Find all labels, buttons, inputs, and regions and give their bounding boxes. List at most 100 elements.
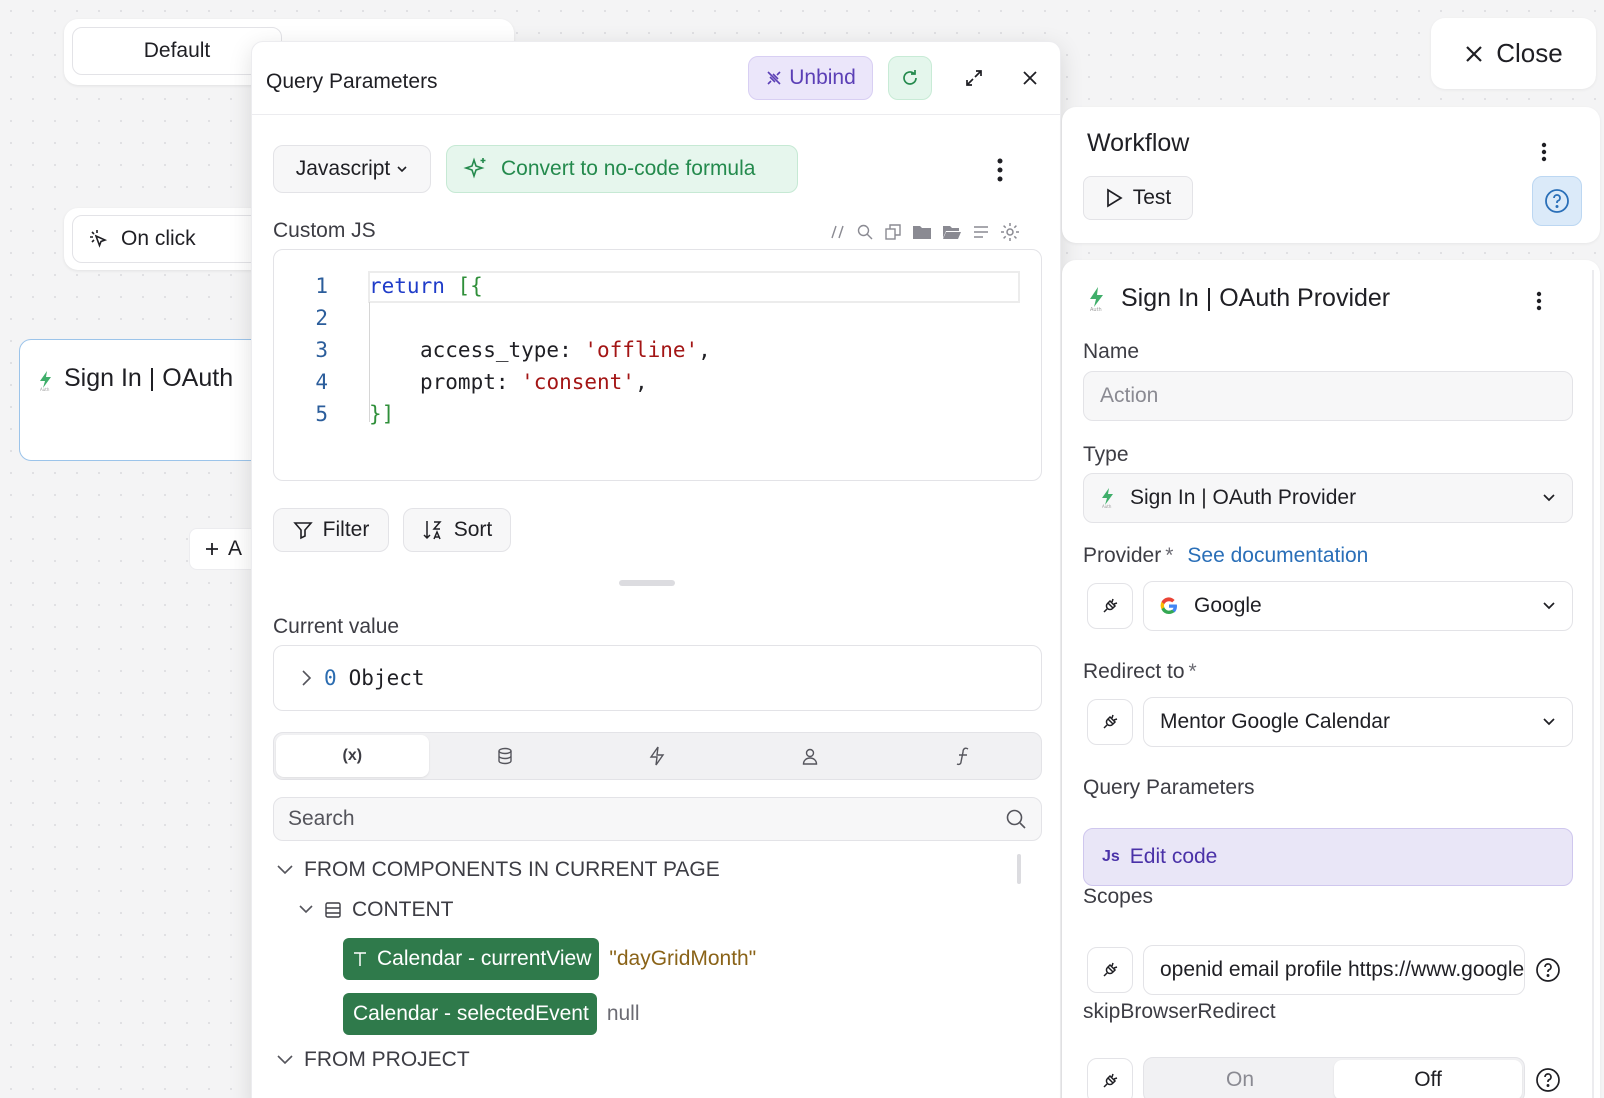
chevron-down-icon bbox=[276, 1054, 294, 1066]
more-vertical-icon bbox=[1541, 142, 1547, 162]
code-keyword: return bbox=[369, 274, 445, 298]
auth-bolt-icon: Auth bbox=[38, 370, 54, 392]
auth-bolt-icon: Auth bbox=[1087, 286, 1107, 312]
tab-workflows[interactable] bbox=[581, 735, 734, 777]
comment-icon[interactable] bbox=[830, 223, 846, 241]
tab-formulas[interactable] bbox=[886, 735, 1039, 777]
code-editor[interactable]: 1 2 3 4 5 return [{ access_type: 'offlin… bbox=[273, 249, 1042, 481]
edit-code-button[interactable]: Js Edit code bbox=[1083, 828, 1573, 886]
function-icon bbox=[956, 746, 970, 766]
variable-chip[interactable]: Calendar - selectedEvent bbox=[343, 993, 597, 1035]
close-button[interactable]: Close bbox=[1431, 18, 1596, 89]
bind-skip-button[interactable] bbox=[1087, 1058, 1133, 1098]
skip-browser-redirect-label: skipBrowserRedirect bbox=[1083, 1000, 1276, 1023]
folder-open-icon[interactable] bbox=[942, 223, 962, 241]
resize-handle[interactable] bbox=[619, 580, 675, 586]
bind-redirect-button[interactable] bbox=[1087, 699, 1133, 745]
see-documentation-link[interactable]: See documentation bbox=[1187, 544, 1368, 567]
tree-group-components[interactable]: FROM COMPONENTS IN CURRENT PAGE bbox=[276, 858, 720, 882]
code-string: 'offline' bbox=[584, 338, 699, 362]
svg-text:Auth: Auth bbox=[1102, 504, 1112, 509]
required-mark: * bbox=[1188, 660, 1197, 683]
editor-toolbar bbox=[830, 222, 1020, 242]
name-input[interactable]: Action bbox=[1083, 371, 1573, 421]
sparkles-icon bbox=[463, 156, 489, 182]
section-icon bbox=[324, 901, 342, 919]
search-icon[interactable] bbox=[856, 223, 874, 241]
provider-value-wrap: Google bbox=[1160, 594, 1262, 618]
query-parameters-modal: Query Parameters Unbind Javascript Conve… bbox=[251, 41, 1061, 1098]
line-number: 1 bbox=[315, 274, 328, 298]
code-key: access_type: bbox=[420, 338, 585, 362]
toggle-off-label: Off bbox=[1414, 1068, 1442, 1091]
code-string: 'consent' bbox=[521, 370, 635, 394]
bind-provider-button[interactable] bbox=[1087, 583, 1133, 629]
tree-group-content[interactable]: CONTENT bbox=[298, 898, 454, 922]
variable-chip[interactable]: Calendar - currentView bbox=[343, 938, 600, 980]
refresh-button[interactable] bbox=[888, 56, 932, 100]
type-value-wrap: Auth Sign In | OAuth Provider bbox=[1100, 486, 1356, 510]
variable-value: "dayGridMonth" bbox=[609, 947, 757, 970]
required-mark: * bbox=[1165, 544, 1174, 567]
tree-scrollbar[interactable] bbox=[1017, 854, 1021, 884]
redirect-select[interactable]: Mentor Google Calendar bbox=[1143, 697, 1573, 747]
toggle-on[interactable]: On bbox=[1146, 1060, 1334, 1098]
trigger-on-click[interactable]: On click bbox=[72, 215, 272, 263]
tab-data[interactable] bbox=[429, 735, 582, 777]
settings-icon[interactable] bbox=[1000, 222, 1020, 242]
chevron-right-icon[interactable] bbox=[300, 669, 312, 687]
convert-to-no-code-button[interactable]: Convert to no-code formula bbox=[446, 145, 798, 193]
plug-icon bbox=[1101, 1072, 1119, 1090]
language-select[interactable]: Javascript bbox=[273, 145, 431, 193]
name-placeholder: Action bbox=[1100, 384, 1159, 407]
line-number: 2 bbox=[315, 306, 328, 330]
scopes-input[interactable]: openid email profile https://www.googlea… bbox=[1143, 945, 1525, 995]
current-value-viewer[interactable]: 0 Object bbox=[273, 645, 1042, 711]
trigger-label: On click bbox=[121, 227, 196, 250]
plug-icon bbox=[1101, 713, 1119, 731]
format-icon[interactable] bbox=[972, 223, 990, 241]
folder-icon[interactable] bbox=[912, 223, 932, 241]
close-icon bbox=[1464, 44, 1484, 64]
tab-variables[interactable]: (x) bbox=[276, 735, 429, 777]
current-value-type: Object bbox=[348, 666, 425, 690]
current-value-index: 0 bbox=[324, 666, 337, 690]
filter-label: Filter bbox=[322, 518, 370, 541]
code-line: access_type: 'offline', bbox=[420, 338, 711, 362]
help-button[interactable] bbox=[1532, 176, 1582, 226]
filter-button[interactable]: Filter bbox=[273, 508, 389, 552]
close-modal-button[interactable] bbox=[1008, 56, 1052, 100]
provider-select[interactable]: Google bbox=[1143, 581, 1573, 631]
toggle-off[interactable]: Off bbox=[1334, 1060, 1522, 1098]
workflow-panel: Workflow Test bbox=[1062, 107, 1600, 243]
panel-scrollbar[interactable] bbox=[1592, 270, 1594, 1098]
expand-button[interactable] bbox=[952, 56, 996, 100]
tab-user[interactable] bbox=[734, 735, 887, 777]
action-node-label: Sign In | OAuth bbox=[64, 364, 234, 392]
bind-scopes-button[interactable] bbox=[1087, 947, 1133, 993]
query-parameters-label: Query Parameters bbox=[1083, 776, 1255, 799]
filter-icon bbox=[292, 520, 313, 540]
type-select[interactable]: Auth Sign In | OAuth Provider bbox=[1083, 473, 1573, 523]
scopes-help-icon[interactable] bbox=[1533, 955, 1563, 985]
copy-icon[interactable] bbox=[884, 223, 902, 241]
more-options-button[interactable] bbox=[982, 150, 1018, 190]
search-icon bbox=[1005, 808, 1027, 830]
search-input[interactable]: Search bbox=[273, 797, 1042, 841]
edit-code-label: Edit code bbox=[1129, 845, 1218, 868]
tree-group-project[interactable]: FROM PROJECT bbox=[276, 1048, 470, 1072]
workflow-more-button[interactable] bbox=[1532, 137, 1556, 167]
sort-button[interactable]: Sort bbox=[403, 508, 511, 552]
code-bracket: [{ bbox=[444, 274, 483, 298]
action-node-sign-in[interactable]: Auth Sign In | OAuth bbox=[19, 339, 269, 461]
sort-icon bbox=[422, 519, 444, 541]
skip-help-icon[interactable] bbox=[1533, 1065, 1563, 1095]
unbind-button[interactable]: Unbind bbox=[748, 56, 873, 100]
sort-label: Sort bbox=[453, 518, 493, 541]
code-punct: , bbox=[634, 370, 648, 394]
more-vertical-icon bbox=[1536, 291, 1542, 311]
test-button[interactable]: Test bbox=[1083, 176, 1193, 220]
action-more-button[interactable] bbox=[1527, 284, 1551, 318]
auth-bolt-icon: Auth bbox=[1100, 487, 1116, 509]
svg-text:Auth: Auth bbox=[40, 387, 50, 392]
